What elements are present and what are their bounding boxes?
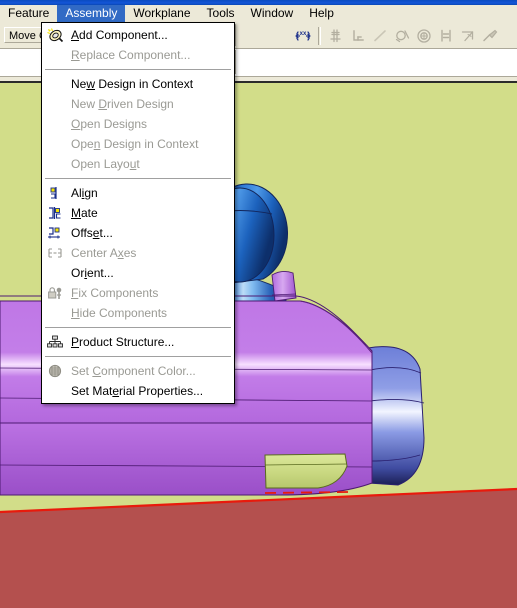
point-icon[interactable] <box>325 26 347 46</box>
move-component-icon[interactable]: xx <box>292 26 314 46</box>
menubar-item-feature[interactable]: Feature <box>0 5 57 23</box>
menu-item-label: Add Component... <box>71 28 168 42</box>
arc-icon[interactable] <box>391 26 413 46</box>
no-icon <box>44 135 66 153</box>
menubar-item-assembly[interactable]: Assembly <box>57 5 126 23</box>
align-icon <box>44 184 66 202</box>
product-structure-icon <box>44 333 66 351</box>
menu-item-mate[interactable]: Mate <box>42 203 234 223</box>
equal-constraint-icon[interactable] <box>435 26 457 46</box>
menu-item-align[interactable]: Align <box>42 183 234 203</box>
menu-item-label: Set Component Color... <box>71 364 196 378</box>
menu-separator <box>45 327 231 328</box>
menu-item-new-driven-design[interactable]: New Driven Design <box>42 94 234 114</box>
menu-item-label: New Design in Context <box>71 77 194 91</box>
menu-item-fix-components[interactable]: Fix Components <box>42 283 234 303</box>
add-component-icon <box>44 26 66 44</box>
offset-icon <box>44 224 66 242</box>
menu-item-label: Open Design in Context <box>71 137 199 151</box>
menubar-item-tools[interactable]: Tools <box>199 5 243 23</box>
menu-item-label: Open Designs <box>71 117 148 131</box>
small-boss <box>271 270 297 302</box>
menu-item-open-layout[interactable]: Open Layout <box>42 154 234 174</box>
menu-item-label: Product Structure... <box>71 335 175 349</box>
mate-icon <box>44 204 66 222</box>
menu-separator <box>45 356 231 357</box>
menu-item-label: Mate <box>71 206 98 220</box>
toolbar-right-panel: xx <box>230 23 517 49</box>
toolbar-separator <box>318 26 321 45</box>
menu-item-label: Fix Components <box>71 286 159 300</box>
center-axes-icon <box>44 244 66 262</box>
menu-item-orient[interactable]: Orient... <box>42 263 234 283</box>
line-icon[interactable] <box>369 26 391 46</box>
menu-item-replace-component[interactable]: Replace Component... <box>42 45 234 65</box>
menubar-item-window[interactable]: Window <box>243 5 302 23</box>
menu-item-label: Align <box>71 186 98 200</box>
menubar-item-workplane[interactable]: Workplane <box>125 5 198 23</box>
menu-item-label: Open Layout <box>71 157 140 171</box>
menu-item-set-material-properties[interactable]: Set Material Properties... <box>42 381 234 401</box>
assembly-dropdown-menu[interactable]: Add Component... Replace Component... Ne… <box>41 22 235 404</box>
menu-item-add-component[interactable]: Add Component... <box>42 25 234 45</box>
corner-icon[interactable] <box>347 26 369 46</box>
toolbar-icon-group: xx <box>292 25 501 46</box>
menu-item-label: New Driven Design <box>71 97 174 111</box>
no-icon <box>44 95 66 113</box>
fix-components-icon <box>44 284 66 302</box>
menu-item-set-component-color[interactable]: Set Component Color... <box>42 361 234 381</box>
menu-item-center-axes[interactable]: Center Axes <box>42 243 234 263</box>
menu-item-open-designs[interactable]: Open Designs <box>42 114 234 134</box>
menu-separator <box>45 69 231 70</box>
menu-item-new-design-in-context[interactable]: New Design in Context <box>42 74 234 94</box>
no-icon <box>44 75 66 93</box>
menu-item-offset[interactable]: Offset... <box>42 223 234 243</box>
secondary-right-panel <box>230 49 517 77</box>
menu-item-label: Replace Component... <box>71 48 191 62</box>
menu-item-label: Hide Components <box>71 306 168 320</box>
no-icon <box>44 382 66 400</box>
angle-constraint-icon[interactable] <box>457 26 479 46</box>
menu-item-label: Center Axes <box>71 246 137 260</box>
menu-item-open-design-in-context[interactable]: Open Design in Context <box>42 134 234 154</box>
set-color-icon <box>44 362 66 380</box>
cylindrical-boss <box>367 346 425 486</box>
circle-icon[interactable] <box>413 26 435 46</box>
dimension-icon[interactable] <box>479 26 501 46</box>
no-icon <box>44 46 66 64</box>
no-icon <box>44 264 66 282</box>
menu-separator <box>45 178 231 179</box>
no-icon <box>44 304 66 322</box>
menu-item-label: Orient... <box>71 266 114 280</box>
menu-item-label: Offset... <box>71 226 113 240</box>
menu-item-hide-components[interactable]: Hide Components <box>42 303 234 323</box>
menu-item-label: Set Material Properties... <box>71 384 204 398</box>
no-icon <box>44 155 66 173</box>
menubar-item-help[interactable]: Help <box>301 5 342 23</box>
no-icon <box>44 115 66 133</box>
menu-item-product-structure[interactable]: Product Structure... <box>42 332 234 352</box>
svg-text:xx: xx <box>300 31 307 37</box>
